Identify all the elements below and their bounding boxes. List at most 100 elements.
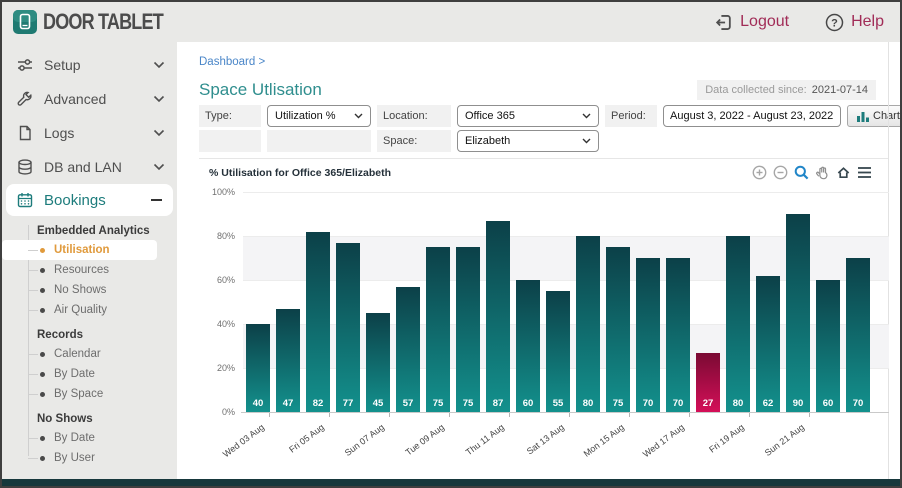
location-select[interactable]: Office 365 [457, 105, 599, 127]
x-axis-label: Fri 05 Aug [258, 422, 326, 477]
submenu-item-calendar[interactable]: Calendar [2, 344, 177, 364]
submenu-item-resources[interactable]: Resources [2, 260, 177, 280]
bar-value-label: 80 [726, 398, 750, 409]
footer-strip [2, 479, 900, 486]
data-collected-value: 2021-07-14 [812, 84, 868, 96]
sidebar-item-bookings[interactable]: Bookings [6, 184, 173, 216]
sidebar-item-db-and-lan[interactable]: DB and LAN [2, 150, 177, 184]
sidebar-item-logs[interactable]: Logs [2, 116, 177, 150]
y-axis-label: 60% [199, 275, 235, 285]
bar: 60 [516, 280, 540, 412]
y-axis-label: 20% [199, 363, 235, 373]
bullet-icon [40, 288, 45, 293]
bar-value-label: 40 [246, 398, 270, 409]
bullet-icon [40, 268, 45, 273]
type-select-value: Utilization % [275, 110, 336, 122]
bar: 87 [486, 221, 510, 412]
submenu-item-utilisation[interactable]: Utilisation [2, 240, 157, 260]
filter-cell-empty [267, 130, 371, 152]
bar: 80 [726, 236, 750, 412]
bar: 70 [666, 258, 690, 412]
zoom-in-icon[interactable] [752, 165, 767, 180]
bar-value-label: 87 [486, 398, 510, 409]
bar: 80 [576, 236, 600, 412]
submenu-item-no-shows[interactable]: No Shows [2, 280, 177, 300]
logout-button[interactable]: Logout [714, 13, 789, 32]
bar: 27 [696, 353, 720, 412]
x-axis-label: Fri 19 Aug [678, 422, 746, 477]
sidebar-item-label: Bookings [44, 192, 106, 209]
bar: 75 [456, 247, 480, 412]
submenu-section-title: Embedded Analytics [2, 225, 177, 237]
sidebar-item-setup[interactable]: Setup [2, 48, 177, 82]
chevron-down-icon [153, 163, 165, 171]
y-axis-label: 100% [199, 187, 235, 197]
bar-value-label: 47 [276, 398, 300, 409]
bar-value-label: 75 [426, 398, 450, 409]
bar-value-label: 27 [696, 398, 720, 409]
submenu-section-title: Records [2, 329, 177, 341]
bar-value-label: 60 [516, 398, 540, 409]
zoom-out-icon[interactable] [773, 165, 788, 180]
location-select-value: Office 365 [465, 110, 515, 122]
period-label: Period: [605, 105, 657, 127]
help-button[interactable]: ? Help [825, 13, 884, 32]
bar: 47 [276, 309, 300, 412]
help-icon: ? [825, 13, 844, 32]
x-axis-tick [569, 413, 570, 417]
app-window: DOOR TABLET Logout ? Help [0, 0, 902, 488]
chart-button[interactable]: Chart [847, 105, 900, 127]
page-title: Space Utlisation [199, 80, 322, 100]
bar-value-label: 70 [666, 398, 690, 409]
top-bar: DOOR TABLET Logout ? Help [2, 2, 900, 42]
x-axis-tick [809, 413, 810, 417]
bullet-icon [40, 456, 45, 461]
bullet-icon [40, 308, 45, 313]
submenu-item-air-quality[interactable]: Air Quality [2, 300, 177, 320]
chart-toolbar [752, 165, 888, 180]
bar: 90 [786, 214, 810, 412]
bullet-icon [40, 436, 45, 441]
submenu-item-label: Utilisation [54, 244, 110, 256]
bar-value-label: 90 [786, 398, 810, 409]
home-icon[interactable] [836, 165, 851, 180]
bar: 82 [306, 232, 330, 412]
type-select[interactable]: Utilization % [267, 105, 371, 127]
submenu-item-records-by-date[interactable]: By Date [2, 364, 177, 384]
bar: 60 [816, 280, 840, 412]
sidebar-item-label: Logs [44, 125, 74, 141]
bar: 75 [426, 247, 450, 412]
y-axis-label: 0% [199, 407, 235, 417]
period-input[interactable] [663, 105, 841, 127]
submenu-item-by-user[interactable]: By User [2, 448, 177, 468]
submenu-item-label: By Date [54, 432, 95, 444]
sidebar-item-advanced[interactable]: Advanced [2, 82, 177, 116]
menu-icon[interactable] [857, 166, 872, 179]
data-collected-since: Data collected since: 2021-07-14 [697, 80, 876, 100]
submenu-item-noshows-by-date[interactable]: By Date [2, 428, 177, 448]
breadcrumb[interactable]: Dashboard > [199, 56, 888, 68]
x-axis-label: Sat 13 Aug [498, 422, 566, 477]
bar: 55 [546, 291, 570, 412]
filter-cell-empty [199, 130, 261, 152]
submenu-item-label: Air Quality [54, 304, 107, 316]
bar-chart-plot[interactable]: 0%20%40%60%80%100%4047827745577575876055… [199, 182, 888, 474]
submenu-section-title: No Shows [2, 413, 177, 425]
file-icon [16, 124, 34, 142]
gridline [243, 192, 889, 193]
sidebar-item-label: DB and LAN [44, 159, 122, 175]
x-axis-line [241, 412, 889, 413]
submenu-item-label: Resources [54, 264, 109, 276]
sliders-icon [16, 56, 34, 74]
box-zoom-icon[interactable] [794, 165, 809, 180]
submenu-item-label: No Shows [54, 284, 106, 296]
bar-value-label: 70 [636, 398, 660, 409]
bar: 70 [636, 258, 660, 412]
x-axis-label: Sun 07 Aug [318, 422, 386, 477]
x-axis-tick [329, 413, 330, 417]
pan-icon[interactable] [815, 165, 830, 180]
space-select[interactable]: Elizabeth [457, 130, 599, 152]
submenu-item-by-space[interactable]: By Space [2, 384, 177, 404]
x-axis-label: Wed 03 Aug [198, 422, 266, 477]
logout-icon [714, 13, 733, 32]
